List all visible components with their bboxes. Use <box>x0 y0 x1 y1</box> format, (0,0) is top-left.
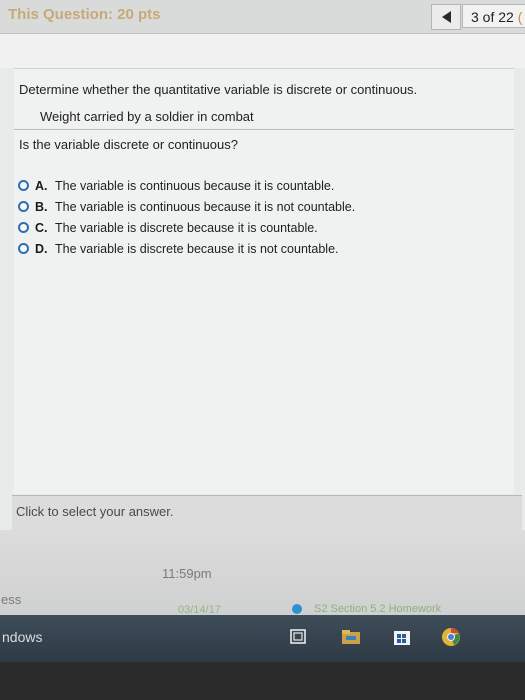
answer-options: A. The variable is continuous because it… <box>18 175 355 259</box>
option-c[interactable]: C. The variable is discrete because it i… <box>18 217 355 238</box>
answer-status-bar: Click to select your answer. <box>12 495 522 530</box>
pager-text: 3 of 22 <box>471 9 514 25</box>
option-text: The variable is continuous because it is… <box>55 199 356 214</box>
task-view-icon[interactable] <box>288 626 310 648</box>
answer-hint: Click to select your answer. <box>16 504 174 519</box>
screen: This Question: 20 pts 3 of 22 ( Determin… <box>0 0 525 662</box>
radio-button[interactable] <box>18 201 29 212</box>
header-spacer <box>0 34 525 68</box>
option-letter: B. <box>35 199 48 214</box>
question-ask: Is the variable discrete or continuous? <box>19 137 238 152</box>
question-header: This Question: 20 pts 3 of 22 ( <box>0 0 525 34</box>
left-cut-text: ess <box>1 592 22 607</box>
file-explorer-icon[interactable] <box>340 626 362 648</box>
option-letter: C. <box>35 220 48 235</box>
assignment-link[interactable]: S2 Section 5.2 Homework <box>314 603 441 615</box>
due-time: 11:59pm <box>162 566 212 581</box>
assignment-dot-icon <box>292 604 302 614</box>
store-icon[interactable] <box>391 626 413 648</box>
option-letter: D. <box>35 241 48 256</box>
previous-question-button[interactable] <box>431 4 461 30</box>
windows-taskbar: ndows <box>0 615 525 662</box>
chrome-icon[interactable] <box>440 626 462 648</box>
variable-description: Weight carried by a soldier in combat <box>40 109 254 124</box>
option-b[interactable]: B. The variable is continuous because it… <box>18 196 355 217</box>
option-text: The variable is discrete because it is n… <box>55 241 339 256</box>
question-points: This Question: 20 pts <box>8 6 161 23</box>
question-pager[interactable]: 3 of 22 ( <box>462 4 525 28</box>
option-d[interactable]: D. The variable is discrete because it i… <box>18 238 355 259</box>
triangle-left-icon <box>441 11 451 23</box>
divider <box>14 129 514 130</box>
assignment-footer: 11:59pm ess 03/14/17 S2 Section 5.2 Home… <box>0 530 525 616</box>
question-prompt: Determine whether the quantitative varia… <box>19 82 418 97</box>
option-text: The variable is continuous because it is… <box>55 178 335 193</box>
radio-button[interactable] <box>18 222 29 233</box>
radio-button[interactable] <box>18 180 29 191</box>
option-letter: A. <box>35 178 48 193</box>
taskbar-left-text: ndows <box>2 629 43 645</box>
pager-cut: ( <box>517 9 523 25</box>
radio-button[interactable] <box>18 243 29 254</box>
option-text: The variable is discrete because it is c… <box>55 220 318 235</box>
option-a[interactable]: A. The variable is continuous because it… <box>18 175 355 196</box>
question-panel: Determine whether the quantitative varia… <box>14 68 514 494</box>
